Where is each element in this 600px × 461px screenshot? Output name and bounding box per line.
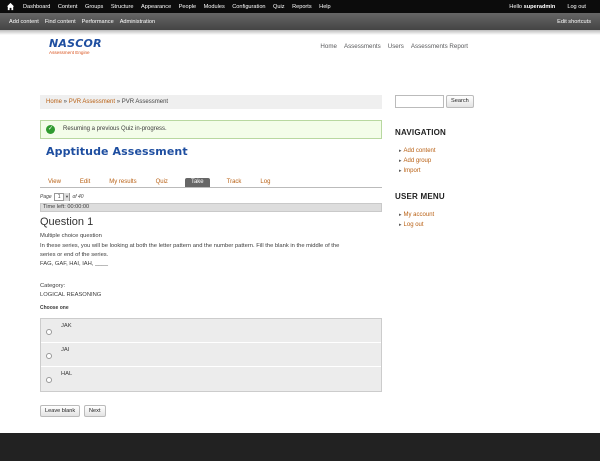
page-title: Apptitude Assessment [46,145,188,158]
tab-my-results[interactable]: My results [107,178,138,187]
menu-groups[interactable]: Groups [85,4,103,10]
nav-assessments-report[interactable]: Assessments Report [411,43,468,50]
radio-button[interactable] [46,377,52,383]
breadcrumb-separator: » [115,99,122,105]
nav-add-content[interactable]: Add content [399,146,436,156]
choice-label: HAL [61,371,73,377]
edit-shortcuts-link[interactable]: Edit shortcuts [557,13,591,30]
toolbar-user: Hello superadmin Log out [509,0,586,13]
user-menu-log-out[interactable]: Log out [399,220,434,230]
nav-home[interactable]: Home [320,43,337,50]
category-value: LOGICAL REASONING [40,292,102,298]
nav-users[interactable]: Users [388,43,404,50]
tab-view[interactable]: View [46,178,63,187]
question-title: Question 1 [40,216,94,228]
nav-assessments[interactable]: Assessments [344,43,381,50]
menu-reports[interactable]: Reports [292,4,312,10]
breadcrumb-current: PVR Assessment [121,99,169,105]
site-logo[interactable]: NASCOR Assessment Engine [49,37,102,68]
shortcut-administration[interactable]: Administration [120,19,155,25]
tab-take[interactable]: Take [184,178,210,187]
search-button[interactable]: Search [446,95,474,108]
status-message-text: Resuming a previous Quiz in-progress. [63,126,167,132]
nav-add-group[interactable]: Add group [399,156,436,166]
choice-row[interactable]: JAK [41,319,381,343]
shortcut-add-content[interactable]: Add content [9,19,39,25]
shortcut-performance[interactable]: Performance [82,19,114,25]
time-left-bar: Time left: 00:00:00 [40,203,382,212]
logout-link[interactable]: Log out [567,4,586,10]
answer-choices: JAK JAI HAL [40,318,382,392]
question-series: FAG, GAF, HAI, IAH, ____ [40,260,108,267]
menu-configuration[interactable]: Configuration [232,4,265,10]
question-text-line: series or end of the series. [40,251,109,258]
choice-row[interactable]: JAI [41,343,381,367]
radio-button[interactable] [46,329,52,335]
category-label: Category: [40,283,66,289]
navigation-title: NAVIGATION [395,128,447,137]
menu-dashboard[interactable]: Dashboard [23,4,50,10]
user-menu-my-account[interactable]: My account [399,210,435,220]
toolbar-shadow [0,30,600,35]
question-text-line: In these series, you will be looking at … [40,243,340,249]
status-message: ✓ Resuming a previous Quiz in-progress. [40,120,382,139]
check-icon: ✓ [46,125,55,134]
choice-row[interactable]: HAL [41,367,381,391]
question-pager: Page 1 ▼ of 40 [40,193,84,201]
tab-quiz[interactable]: Quiz [154,178,170,187]
nav-import[interactable]: Import [399,166,436,176]
navigation-list: Add content Add group Import [399,146,436,176]
breadcrumb-parent[interactable]: PVR Assessment [69,99,115,105]
search-input[interactable] [395,95,444,108]
admin-toolbar: Dashboard Content Groups Structure Appea… [0,0,600,13]
question-type: Multiple choice question [40,233,102,239]
page-select-value: 1 [57,194,61,200]
question-body: In these series, you will be looking at … [40,242,380,268]
leave-blank-button[interactable]: Leave blank [40,405,81,417]
breadcrumb: Home » PVR Assessment » PVR Assessment [40,95,382,109]
logo-subtitle: Assessment Engine [49,50,90,55]
menu-quiz[interactable]: Quiz [273,4,285,10]
chevron-down-icon: ▼ [63,193,70,201]
next-button[interactable]: Next [84,405,106,417]
home-icon[interactable] [6,2,15,11]
tab-track[interactable]: Track [225,178,244,187]
pager-label: Page [40,194,52,200]
shortcut-find-content[interactable]: Find content [45,19,76,25]
pager-total: of 40 [72,194,84,200]
menu-help[interactable]: Help [319,4,331,10]
choice-label: JAI [61,347,70,353]
breadcrumb-home[interactable]: Home [46,99,62,105]
page-select[interactable]: 1 ▼ [53,193,71,201]
menu-people[interactable]: People [179,4,196,10]
shortcuts-bar: Add content Find content Performance Adm… [0,13,600,30]
hello-text: Hello [509,3,524,10]
logo-title: NASCOR [49,37,102,50]
admin-menu: Dashboard Content Groups Structure Appea… [23,0,338,13]
menu-appearance[interactable]: Appearance [141,4,171,10]
breadcrumb-separator: » [62,99,69,105]
local-tabs: View Edit My results Quiz Take Track Log [40,178,382,188]
user-menu-list: My account Log out [399,210,435,230]
radio-button[interactable] [46,353,52,359]
username[interactable]: superadmin [524,4,556,10]
tab-edit[interactable]: Edit [78,178,92,187]
tab-log[interactable]: Log [258,178,272,187]
choose-one-label: Choose one [40,305,69,311]
footer [0,433,600,461]
menu-modules[interactable]: Modules [204,4,225,10]
user-menu-title: USER MENU [395,192,445,201]
menu-structure[interactable]: Structure [111,4,134,10]
main-nav: Home Assessments Users Assessments Repor… [320,43,468,50]
menu-content[interactable]: Content [58,4,78,10]
choice-label: JAK [61,323,72,329]
